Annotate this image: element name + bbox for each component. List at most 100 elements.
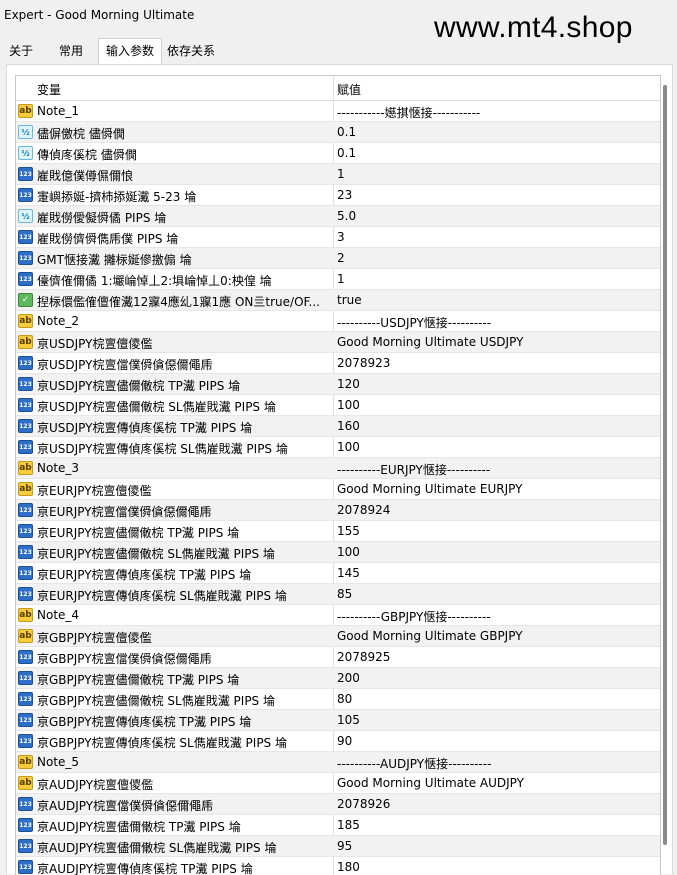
- parameter-value[interactable]: 100: [337, 440, 655, 454]
- parameter-value[interactable]: 1: [337, 272, 655, 286]
- parameter-name: 傳偵庝傒梡 儘僢僩: [37, 148, 137, 162]
- tab-dependencies[interactable]: 依存关系: [164, 40, 218, 63]
- parameter-row[interactable]: 123 亰USDJPY梡亶儅僕僢僋僫儞僶乕 2078923: [16, 353, 660, 374]
- parameter-row[interactable]: 123 亰USDJPY梡亶傳偵庝傒梡 SL儁嵟戝瀻 PIPS 埨 100: [16, 437, 660, 458]
- parameter-row[interactable]: ab 亰EURJPY梡亶儃儍儖 Good Morning Ultimate EURJ…: [16, 479, 660, 500]
- parameter-row[interactable]: ½ 傳偵庝傒梡 儘僢僩 0.1: [16, 143, 660, 164]
- integer-type-icon: 123: [18, 692, 33, 706]
- parameter-name: 亰AUDJPY梡亶儘儞僌梡 SL儁嵟戝瀻 PIPS 埨: [37, 841, 277, 855]
- parameter-row[interactable]: 123 亰USDJPY梡亶儘儞僌梡 SL儁嵟戝瀻 PIPS 埨 100: [16, 395, 660, 416]
- parameter-value[interactable]: ----------GBPJPY惬接----------: [337, 608, 655, 625]
- parameter-row[interactable]: 123 GMT惬接瀻 攡柡娫傪撽傓 埨 2: [16, 248, 660, 269]
- parameter-row[interactable]: ab Note_3 ----------EURJPY惬接----------: [16, 458, 660, 479]
- parameter-value[interactable]: -----------嬨掑惬接-----------: [337, 104, 655, 121]
- parameter-row[interactable]: ab 亰AUDJPY梡亶儃儍儖 Good Morning Ultimate AUDJ…: [16, 773, 660, 794]
- parameter-row[interactable]: 123 亰USDJPY梡亶傳偵庝傒梡 TP瀻 PIPS 埨 160: [16, 416, 660, 437]
- parameter-row[interactable]: 123 亰EURJPY梡亶傳偵庝傒梡 SL儁嵟戝瀻 PIPS 埨 85: [16, 584, 660, 605]
- parameter-value[interactable]: 145: [337, 566, 655, 580]
- parameter-value[interactable]: 155: [337, 524, 655, 538]
- parameter-row[interactable]: 123 寁嶼掭娫-擠柿掭娫瀻 5-23 埨 23: [16, 185, 660, 206]
- parameter-row[interactable]: ½ 嵟戝僗僾儗僢僪 PIPS 埨 5.0: [16, 206, 660, 227]
- parameter-row[interactable]: 123 亰GBPJPY梡亶儘儞僌梡 TP瀻 PIPS 埨 200: [16, 668, 660, 689]
- parameter-row[interactable]: 123 亰EURJPY梡亶傳偵庝傒梡 TP瀻 PIPS 埨 145: [16, 563, 660, 584]
- parameter-row[interactable]: 123 亰USDJPY梡亶儘儞僌梡 TP瀻 PIPS 埨 120: [16, 374, 660, 395]
- parameter-value[interactable]: 160: [337, 419, 655, 433]
- parameter-value[interactable]: 2078923: [337, 356, 655, 370]
- integer-type-icon: 123: [18, 356, 33, 370]
- inputs-panel: 变量 赋值 ab Note_1 -----------嬨掑惬接-----------…: [6, 64, 673, 875]
- text-type-icon: ab: [18, 608, 33, 622]
- parameter-value[interactable]: ----------AUDJPY惬接----------: [337, 755, 655, 772]
- parameter-value[interactable]: 0.1: [337, 146, 655, 160]
- parameter-value[interactable]: true: [337, 293, 655, 307]
- parameter-value[interactable]: 23: [337, 188, 655, 202]
- parameter-row[interactable]: 123 亰AUDJPY梡亶儘儞僌梡 TP瀻 PIPS 埨 185: [16, 815, 660, 836]
- parameter-value[interactable]: ----------EURJPY惬接----------: [337, 461, 655, 478]
- parameter-name: Note_1: [37, 104, 80, 118]
- vertical-scrollbar[interactable]: [663, 85, 667, 845]
- parameter-row[interactable]: 123 嵟戝僗儕僢儁乕僕 PIPS 埨 3: [16, 227, 660, 248]
- parameter-name: 亰EURJPY梡亶儅僕僢僋僫儞僶乕: [37, 505, 212, 519]
- parameter-name: 嵟戝僗儕僢儁乕僕 PIPS 埨: [37, 232, 179, 246]
- parameter-value[interactable]: 1: [337, 167, 655, 181]
- parameter-name: 亰EURJPY梡亶儃儍儖: [37, 484, 152, 498]
- parameter-row[interactable]: ab Note_5 ----------AUDJPY惬接----------: [16, 752, 660, 773]
- parameter-value[interactable]: 185: [337, 818, 655, 832]
- parameter-value[interactable]: 200: [337, 671, 655, 685]
- parameter-value[interactable]: 2078926: [337, 797, 655, 811]
- parameter-row[interactable]: 123 亰GBPJPY梡亶傳偵庝傒梡 SL儁嵟戝瀻 PIPS 埨 90: [16, 731, 660, 752]
- double-type-icon: ½: [18, 146, 33, 160]
- tab-common[interactable]: 常用: [50, 40, 92, 63]
- parameter-row[interactable]: ab Note_2 ----------USDJPY惬接----------: [16, 311, 660, 332]
- parameter-row[interactable]: 123 亰GBPJPY梡亶儅僕僢僋僫儞僶乕 2078925: [16, 647, 660, 668]
- tab-about[interactable]: 关于: [4, 40, 38, 63]
- integer-type-icon: 123: [18, 251, 33, 265]
- parameter-value[interactable]: 180: [337, 860, 655, 874]
- parameter-value[interactable]: Good Morning Ultimate AUDJPY: [337, 776, 655, 790]
- parameter-value[interactable]: 120: [337, 377, 655, 391]
- parameter-row[interactable]: 123 亰AUDJPY梡亶儅僕僢僋僫儞僶乕 2078926: [16, 794, 660, 815]
- parameter-value[interactable]: 105: [337, 713, 655, 727]
- parameter-value[interactable]: Good Morning Ultimate USDJPY: [337, 335, 655, 349]
- parameter-row[interactable]: 123 亰AUDJPY梡亶傳偵庝傒梡 TP瀻 PIPS 埨 180: [16, 857, 660, 875]
- parameter-value[interactable]: 85: [337, 587, 655, 601]
- parameter-name: 亰GBPJPY梡亶儅僕僢僋僫儞僶乕: [37, 652, 212, 666]
- parameter-value[interactable]: 5.0: [337, 209, 655, 223]
- integer-type-icon: 123: [18, 377, 33, 391]
- parameter-name: 揑柡儇儖傕儃傕瀻12寱4應乣1寱1應 ON亖true/OF...: [37, 295, 320, 309]
- parameter-row[interactable]: 123 亰GBPJPY梡亶儘儞僌梡 SL儁嵟戝瀻 PIPS 埨 80: [16, 689, 660, 710]
- parameter-row[interactable]: 123 亰AUDJPY梡亶儘儞僌梡 SL儁嵟戝瀻 PIPS 埨 95: [16, 836, 660, 857]
- parameter-row[interactable]: ½ 儘偋儌梡 儘僢僩 0.1: [16, 122, 660, 143]
- parameter-row[interactable]: 123 嵟戝億僕僔儑儞悢 1: [16, 164, 660, 185]
- parameter-row[interactable]: 123 亰EURJPY梡亶儘儞僌梡 TP瀻 PIPS 埨 155: [16, 521, 660, 542]
- parameter-row[interactable]: ab 亰GBPJPY梡亶儃儍儖 Good Morning Ultimate GBPJ…: [16, 626, 660, 647]
- integer-type-icon: 123: [18, 230, 33, 244]
- integer-type-icon: 123: [18, 440, 33, 454]
- parameter-row[interactable]: ab Note_1 -----------嬨掑惬接-----------: [16, 101, 660, 122]
- parameter-row[interactable]: 123 亰GBPJPY梡亶傳偵庝傒梡 TP瀻 PIPS 埨 105: [16, 710, 660, 731]
- parameter-value[interactable]: 2: [337, 251, 655, 265]
- parameter-value[interactable]: Good Morning Ultimate EURJPY: [337, 482, 655, 496]
- parameter-value[interactable]: ----------USDJPY惬接----------: [337, 314, 655, 331]
- parameter-row[interactable]: 123 亰EURJPY梡亶儘儞僌梡 SL儁嵟戝瀻 PIPS 埨 100: [16, 542, 660, 563]
- parameter-row[interactable]: ab Note_4 ----------GBPJPY惬接----------: [16, 605, 660, 626]
- parameter-value[interactable]: 2078925: [337, 650, 655, 664]
- text-type-icon: ab: [18, 755, 33, 769]
- parameter-name: 亰AUDJPY梡亶儘儞僌梡 TP瀻 PIPS 埨: [37, 820, 241, 834]
- parameter-row[interactable]: 123 儓儕傕儞僪 1:壧崘悼丄2:埧崘悼丄0:柍偟 埨 1: [16, 269, 660, 290]
- parameter-value[interactable]: 90: [337, 734, 655, 748]
- parameter-value[interactable]: 0.1: [337, 125, 655, 139]
- header-value[interactable]: 赋值: [337, 81, 361, 98]
- parameter-value[interactable]: 100: [337, 398, 655, 412]
- parameter-value[interactable]: Good Morning Ultimate GBPJPY: [337, 629, 655, 643]
- parameter-value[interactable]: 2078924: [337, 503, 655, 517]
- parameter-value[interactable]: 80: [337, 692, 655, 706]
- parameter-row[interactable]: ab 亰USDJPY梡亶儃儍儖 Good Morning Ultimate USDJ…: [16, 332, 660, 353]
- parameter-value[interactable]: 100: [337, 545, 655, 559]
- tab-inputs[interactable]: 输入参数: [98, 38, 162, 65]
- parameter-row[interactable]: ✓ 揑柡儇儖傕儃傕瀻12寱4應乣1寱1應 ON亖true/OF... true: [16, 290, 660, 311]
- parameter-value[interactable]: 3: [337, 230, 655, 244]
- parameter-value[interactable]: 95: [337, 839, 655, 853]
- header-variable[interactable]: 变量: [37, 81, 61, 98]
- parameter-row[interactable]: 123 亰EURJPY梡亶儅僕僢僋僫儞僶乕 2078924: [16, 500, 660, 521]
